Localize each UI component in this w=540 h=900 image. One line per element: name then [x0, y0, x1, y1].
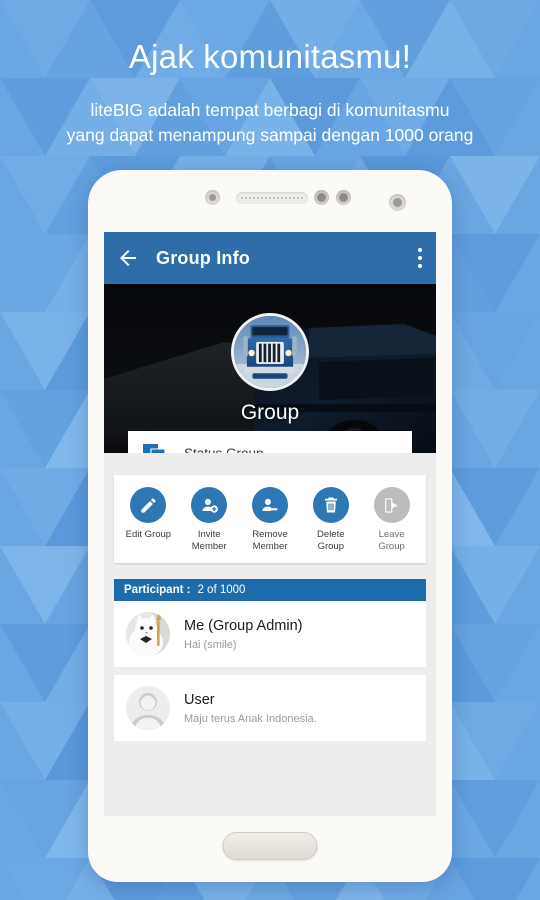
participant-status: Hai (smile): [184, 638, 237, 651]
home-button[interactable]: [222, 832, 318, 860]
delete-group-label-line2: Group: [317, 540, 344, 552]
promo-header: Ajak komunitasmu! liteBIG adalah tempat …: [0, 0, 540, 149]
group-avatar-image: [234, 316, 306, 388]
action-edit-group[interactable]: Edit Group: [119, 487, 177, 541]
promo-subtitle-line-1: liteBIG adalah tempat berbagi di komunit…: [90, 99, 450, 120]
list-divider: [114, 667, 426, 675]
invite-member-label-line2: Member: [191, 540, 227, 552]
app-bar: Group Info: [104, 232, 436, 284]
participant-info: User Maju terus Anak Indonesia.: [184, 691, 317, 725]
exit-door-icon: [385, 497, 398, 513]
group-status-card[interactable]: Status Group: [128, 431, 412, 453]
participant-header-label: Participant :: [124, 583, 191, 596]
group-status-text: Status Group: [184, 445, 264, 454]
trash-icon: [324, 497, 337, 513]
person-add-icon: [202, 498, 218, 513]
earpiece-speaker-icon: [236, 192, 308, 204]
participant-info: Me (Group Admin) Hai (smile): [184, 617, 302, 651]
leave-group-circle: [373, 487, 410, 523]
remove-member-label-line1: Remove: [252, 529, 288, 540]
leave-group-label-line1: Leave: [378, 529, 405, 540]
edit-group-label: Edit Group: [119, 529, 177, 541]
promo-subtitle-line-2: yang dapat menampung sampai dengan 1000 …: [66, 125, 474, 146]
phone-mockup: Group Info Group Status Group Edit Group…: [88, 170, 452, 882]
invite-member-label-line1: Invite: [197, 529, 221, 540]
white-cat-avatar-image: [126, 611, 170, 656]
avatar: [126, 685, 170, 730]
group-actions-section: Edit Group Invite Member Remove Member D…: [104, 453, 436, 573]
avatar: [126, 611, 170, 656]
group-cover-photo: Group Status Group: [104, 284, 436, 453]
participant-name: Me (Group Admin): [184, 617, 303, 634]
more-options-icon[interactable]: [418, 248, 422, 268]
invite-member-label: Invite Member: [180, 529, 238, 553]
remove-member-label: Remove Member: [241, 529, 299, 553]
participant-list: Me (Group Admin) Hai (smile) User Maju t…: [114, 600, 426, 741]
edit-group-circle: [130, 487, 167, 523]
remove-member-circle: [251, 487, 288, 523]
delete-group-label: Delete Group: [302, 529, 360, 553]
participant-header: Participant : 2 of 1000: [114, 578, 426, 601]
participant-status: Maju terus Anak Indonesia.: [184, 712, 317, 725]
proximity-sensor-icon: [205, 190, 220, 205]
edit-group-label-line1: Edit Group: [125, 529, 172, 540]
group-avatar[interactable]: [231, 313, 309, 391]
table-row[interactable]: Me (Group Admin) Hai (smile): [114, 600, 426, 668]
group-name: Group: [240, 401, 300, 424]
secondary-sensor-icon: [336, 190, 351, 205]
invite-member-circle: [191, 487, 228, 523]
page-title: Ajak komunitasmu!: [128, 38, 412, 75]
back-arrow-icon[interactable]: [116, 246, 140, 270]
participant-name: User: [184, 691, 215, 708]
front-camera-icon: [389, 194, 406, 211]
delete-group-circle: [312, 487, 349, 523]
group-actions-card: Edit Group Invite Member Remove Member D…: [114, 475, 426, 563]
promo-subtitle: liteBIG adalah tempat berbagi di komunit…: [0, 98, 540, 149]
leave-group-label-line2: Group: [378, 540, 405, 552]
table-row[interactable]: User Maju terus Anak Indonesia.: [114, 674, 426, 741]
leave-group-label: Leave Group: [363, 529, 421, 553]
remove-member-label-line2: Member: [252, 540, 288, 552]
chat-bubble-icon: [143, 444, 166, 453]
delete-group-label-line1: Delete: [317, 529, 345, 540]
action-remove-member[interactable]: Remove Member: [241, 487, 299, 553]
person-remove-icon: [262, 498, 278, 511]
phone-top-bezel: [88, 170, 452, 232]
light-sensor-icon: [314, 190, 329, 205]
pencil-icon: [141, 497, 156, 513]
action-invite-member[interactable]: Invite Member: [180, 487, 238, 553]
phone-screen: Group Info Group Status Group Edit Group…: [104, 232, 436, 816]
participant-header-count: 2 of 1000: [197, 583, 246, 596]
default-person-avatar-image: [126, 685, 170, 730]
action-delete-group[interactable]: Delete Group: [302, 487, 360, 553]
action-leave-group[interactable]: Leave Group: [363, 487, 421, 553]
app-bar-title: Group Info: [156, 247, 250, 268]
